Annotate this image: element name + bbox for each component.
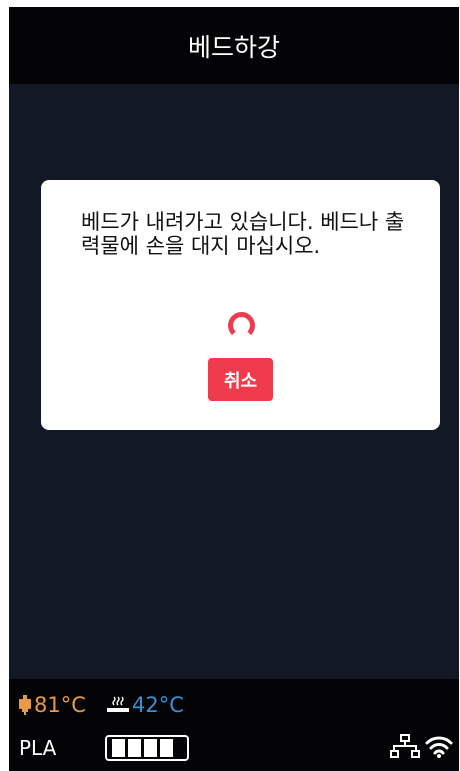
bed-lowering-dialog: 베드가 내려가고 있습니다. 베드나 출력물에 손을 대지 마십시오. 취소: [41, 180, 440, 430]
material-label: PLA: [19, 736, 57, 760]
nozzle-icon: [19, 695, 31, 715]
nozzle-temp: 81°C: [34, 693, 86, 717]
heated-bed-icon: [107, 696, 129, 712]
page-title: 베드하강: [187, 32, 280, 62]
spool-level-segment: [128, 739, 141, 757]
spool-level-segment: [160, 739, 173, 757]
spool-level-segment: [144, 739, 157, 757]
bed-temp: 42°C: [132, 693, 184, 717]
network-icon: [390, 734, 420, 758]
title-bar: 베드하강: [9, 7, 459, 84]
status-bar: 81°C 42°C PLA: [9, 679, 459, 771]
spool-level-segment: [112, 739, 125, 757]
dialog-message: 베드가 내려가고 있습니다. 베드나 출력물에 손을 대지 마십시오.: [81, 210, 405, 258]
cancel-button[interactable]: 취소: [208, 358, 273, 401]
loading-spinner-icon: [228, 312, 255, 339]
wifi-icon: [425, 736, 453, 758]
nozzle-temp-indicator: 81°C: [18, 693, 86, 717]
bed-temp-indicator: 42°C: [107, 693, 184, 717]
printer-screen: 베드하강 베드가 내려가고 있습니다. 베드나 출력물에 손을 대지 마십시오.…: [9, 7, 459, 771]
filament-spool-icon: [105, 735, 189, 761]
